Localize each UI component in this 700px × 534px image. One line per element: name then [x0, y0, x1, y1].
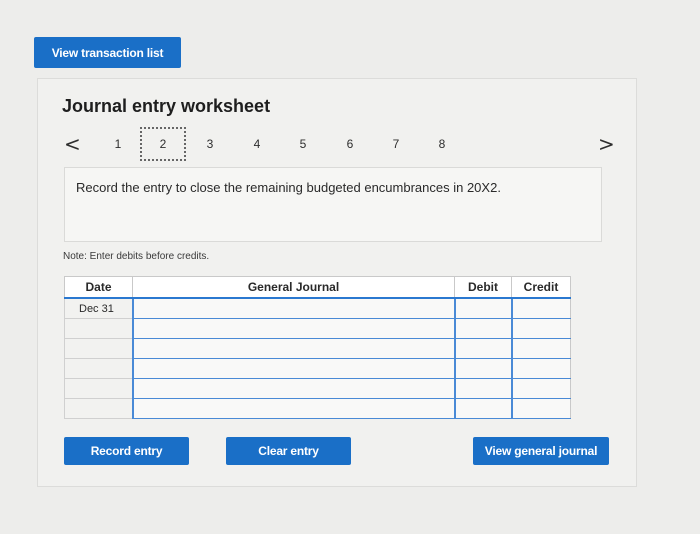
page-1[interactable]: 1	[106, 131, 130, 157]
page-4[interactable]: 4	[245, 131, 269, 157]
account-input[interactable]	[131, 297, 455, 319]
worksheet-title: Journal entry worksheet	[62, 96, 271, 116]
table-row	[64, 358, 571, 379]
record-entry-button[interactable]: Record entry	[64, 437, 189, 465]
table-row: Dec 31	[64, 297, 571, 319]
next-arrow-icon[interactable]: >	[598, 134, 615, 154]
credit-input[interactable]	[510, 398, 571, 419]
date-cell[interactable]	[64, 378, 133, 399]
date-cell[interactable]: Dec 31	[64, 297, 133, 319]
table-row	[64, 318, 571, 339]
note-text: Note: Enter debits before credits.	[63, 251, 210, 262]
account-input[interactable]	[131, 318, 455, 339]
credit-input[interactable]	[510, 338, 571, 359]
view-transaction-list-button[interactable]: View transaction list	[34, 37, 181, 68]
credit-header: Credit	[511, 276, 571, 299]
journal-entry-worksheet-panel: Journal entry worksheet < 1 2 3 4 5 6 7 …	[37, 78, 637, 487]
credit-input[interactable]	[510, 358, 571, 379]
page-3[interactable]: 3	[198, 131, 222, 157]
table-header-row: Date General Journal Debit Credit	[64, 276, 571, 299]
instruction-box: Record the entry to close the remaining …	[64, 167, 602, 242]
view-general-journal-button[interactable]: View general journal	[473, 437, 609, 465]
table-row	[64, 378, 571, 399]
date-cell[interactable]	[64, 358, 133, 379]
date-header: Date	[64, 276, 133, 299]
debit-input[interactable]	[453, 338, 512, 359]
general-journal-header: General Journal	[132, 276, 455, 299]
prev-arrow-icon[interactable]: <	[64, 134, 81, 154]
instruction-text: Record the entry to close the remaining …	[76, 180, 501, 195]
date-cell[interactable]	[64, 338, 133, 359]
page-8[interactable]: 8	[430, 131, 454, 157]
clear-entry-button[interactable]: Clear entry	[226, 437, 351, 465]
debit-input[interactable]	[453, 297, 512, 319]
debit-input[interactable]	[453, 318, 512, 339]
credit-input[interactable]	[510, 297, 571, 319]
date-cell[interactable]	[64, 318, 133, 339]
account-input[interactable]	[131, 358, 455, 379]
credit-input[interactable]	[510, 378, 571, 399]
debit-input[interactable]	[453, 398, 512, 419]
page-5[interactable]: 5	[291, 131, 315, 157]
credit-input[interactable]	[510, 318, 571, 339]
account-input[interactable]	[131, 338, 455, 359]
date-cell[interactable]	[64, 398, 133, 419]
table-row	[64, 338, 571, 359]
page-7[interactable]: 7	[384, 131, 408, 157]
account-input[interactable]	[131, 378, 455, 399]
worksheet-pager: < 1 2 3 4 5 6 7 8 >	[38, 127, 638, 161]
page-2-active[interactable]: 2	[140, 127, 186, 161]
debit-input[interactable]	[453, 378, 512, 399]
table-row	[64, 398, 571, 419]
debit-header: Debit	[454, 276, 512, 299]
page-6[interactable]: 6	[338, 131, 362, 157]
debit-input[interactable]	[453, 358, 512, 379]
journal-table: Date General Journal Debit Credit Dec 31	[64, 276, 571, 419]
account-input[interactable]	[131, 398, 455, 419]
